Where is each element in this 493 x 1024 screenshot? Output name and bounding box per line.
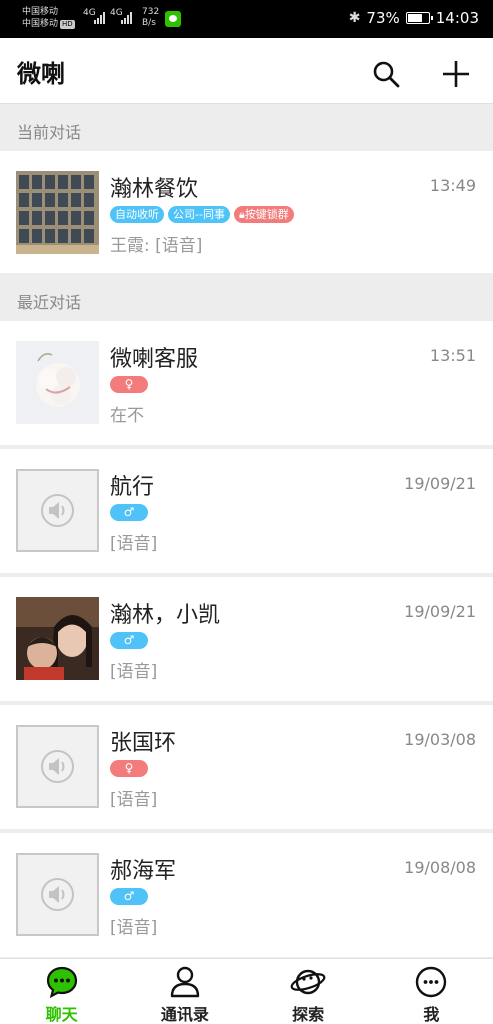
plus-icon bbox=[443, 61, 469, 87]
battery-percent: 73% bbox=[366, 9, 400, 27]
chat-time: 19/09/21 bbox=[404, 602, 476, 621]
male-icon: ♂ bbox=[110, 632, 148, 649]
chat-preview: [语音] bbox=[110, 662, 158, 682]
chat-preview: 王霞: [语音] bbox=[110, 236, 203, 256]
chat-preview: [语音] bbox=[110, 918, 158, 938]
tab-label: 探索 bbox=[292, 1005, 325, 1024]
signal-icon bbox=[121, 12, 135, 24]
tab-contacts[interactable]: 通讯录 bbox=[123, 959, 246, 1024]
tab-label: 聊天 bbox=[45, 1005, 78, 1024]
bottom-nav: 聊天 通讯录 探索 我 bbox=[0, 958, 493, 1024]
chat-item[interactable]: 郝海军 19/08/08 ♂ [语音] bbox=[0, 833, 493, 957]
chat-name: 张国环 bbox=[110, 731, 177, 756]
search-icon bbox=[373, 61, 400, 88]
male-icon: ♂ bbox=[110, 504, 148, 521]
section-current-conversations: 当前对话 bbox=[0, 105, 493, 151]
chat-preview: 在不 bbox=[110, 406, 144, 426]
battery-icon bbox=[405, 12, 433, 24]
group-photo bbox=[16, 171, 99, 254]
carrier-2: 中国移动 bbox=[22, 19, 59, 29]
speed-value: 732 bbox=[142, 7, 160, 17]
tag-row: ♀ bbox=[110, 760, 148, 777]
section-recent-conversations: 最近对话 bbox=[0, 275, 493, 321]
planet-icon bbox=[290, 969, 326, 995]
chat-item[interactable]: 微喇客服 13:51 ♀ 在不 bbox=[0, 321, 493, 445]
app-header: 微喇 bbox=[0, 38, 493, 104]
carrier-1: 中国移动 bbox=[22, 7, 59, 17]
tag-group-type: 公司--同事 bbox=[168, 206, 230, 223]
chat-item[interactable]: 瀚林餐饮 13:49 自动收听 公司--同事 🔒︎按键锁群 王霞: [语音] bbox=[0, 151, 493, 273]
chat-name: 郝海军 bbox=[110, 859, 177, 884]
chat-time: 19/03/08 bbox=[404, 730, 476, 749]
add-button[interactable] bbox=[441, 59, 471, 89]
avatar bbox=[16, 853, 99, 936]
female-icon: ♀ bbox=[110, 376, 148, 393]
chat-item[interactable]: 瀚林，小凯 19/09/21 ♂ [语音] bbox=[0, 577, 493, 701]
chat-icon bbox=[46, 966, 77, 999]
tab-chat[interactable]: 聊天 bbox=[0, 959, 123, 1024]
more-icon bbox=[416, 966, 447, 998]
signal-icon bbox=[94, 12, 108, 24]
chat-time: 13:49 bbox=[429, 176, 476, 195]
chat-time: 19/08/08 bbox=[404, 858, 476, 877]
speaker-icon bbox=[41, 494, 74, 527]
avatar bbox=[16, 725, 99, 808]
network-speed: 732 B/s bbox=[142, 7, 159, 29]
tab-explore[interactable]: 探索 bbox=[247, 959, 370, 1024]
tab-me[interactable]: 我 bbox=[370, 959, 493, 1024]
section-title: 最近对话 bbox=[17, 293, 82, 312]
wechat-notification-icon bbox=[165, 11, 181, 27]
page-title: 微喇 bbox=[17, 60, 65, 88]
female-icon: ♀ bbox=[110, 760, 148, 777]
chat-item[interactable]: 张国环 19/03/08 ♀ [语音] bbox=[0, 705, 493, 829]
search-button[interactable] bbox=[372, 60, 400, 88]
chat-item[interactable]: 航行 19/09/21 ♂ [语音] bbox=[0, 449, 493, 573]
tag-auto-listen: 自动收听 bbox=[110, 206, 164, 223]
selfie-photo bbox=[16, 597, 99, 680]
tag-row: ♀ bbox=[110, 376, 148, 393]
chat-time: 19/09/21 bbox=[404, 474, 476, 493]
male-icon: ♂ bbox=[110, 888, 148, 905]
tag-row: ♂ bbox=[110, 504, 148, 521]
carrier-info: 中国移动 中国移动 HD bbox=[22, 6, 75, 30]
section-title: 当前对话 bbox=[17, 123, 82, 142]
chat-preview: [语音] bbox=[110, 790, 158, 810]
status-right: ✱ 73% 14:03 bbox=[349, 9, 479, 27]
tag-lock-label: 按键锁群 bbox=[244, 208, 289, 221]
chat-time: 13:51 bbox=[429, 346, 476, 365]
contacts-icon bbox=[170, 966, 200, 998]
status-bar: 中国移动 中国移动 HD 4G 4G 732 B/s ✱ 73% 14:03 bbox=[0, 0, 493, 38]
chat-preview: [语音] bbox=[110, 534, 158, 554]
tag-row: ♂ bbox=[110, 632, 148, 649]
speaker-icon bbox=[41, 750, 74, 783]
bluetooth-icon: ✱ bbox=[348, 10, 361, 26]
clock: 14:03 bbox=[435, 9, 479, 27]
chat-name: 微喇客服 bbox=[110, 347, 199, 372]
chat-name: 瀚林，小凯 bbox=[110, 603, 221, 628]
tab-label: 我 bbox=[423, 1005, 440, 1024]
tag-lock-group: 🔒︎按键锁群 bbox=[233, 206, 294, 223]
speed-unit: B/s bbox=[142, 18, 156, 28]
avatar bbox=[16, 341, 99, 424]
flower-photo bbox=[16, 341, 99, 424]
chat-name: 瀚林餐饮 bbox=[110, 177, 199, 202]
tag-row: 自动收听 公司--同事 🔒︎按键锁群 bbox=[110, 206, 294, 223]
avatar bbox=[16, 469, 99, 552]
speaker-icon bbox=[41, 878, 74, 911]
tab-label: 通讯录 bbox=[160, 1005, 209, 1024]
tag-row: ♂ bbox=[110, 888, 148, 905]
hd-badge: HD bbox=[60, 20, 75, 29]
avatar bbox=[16, 597, 99, 680]
chat-name: 航行 bbox=[110, 475, 155, 500]
avatar bbox=[16, 171, 99, 254]
